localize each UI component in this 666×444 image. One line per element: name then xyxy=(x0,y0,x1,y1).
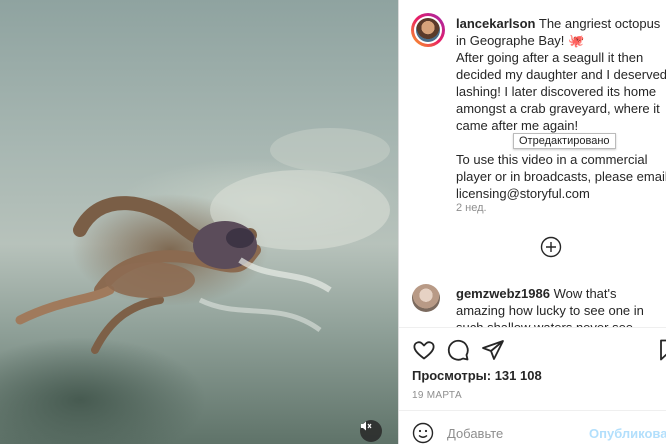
author-avatar[interactable] xyxy=(416,18,440,42)
commenter-username[interactable]: gemzwebz1986 xyxy=(456,286,550,301)
views-count[interactable]: Просмотры: 131 108 xyxy=(412,368,542,383)
caption-text: The angriest octopus in Geographe Bay! 🐙… xyxy=(456,16,666,201)
paper-plane-icon[interactable] xyxy=(481,338,505,362)
speaker-muted-icon xyxy=(361,421,372,431)
post-caption: lancekarlson The angriest octopus in Geo… xyxy=(456,15,666,202)
mute-button[interactable] xyxy=(360,420,382,442)
edited-tooltip: Отредактировано xyxy=(513,133,616,149)
smiley-icon[interactable] xyxy=(412,422,434,444)
comment-input[interactable] xyxy=(447,426,577,441)
author-username[interactable]: lancekarlson xyxy=(456,16,536,31)
comment-bubble-icon[interactable] xyxy=(446,338,470,362)
comment-item: gemzwebz1986 Wow that's amazing how luck… xyxy=(456,285,666,327)
post-time: 2 нед. xyxy=(456,202,487,214)
bookmark-icon[interactable] xyxy=(656,338,666,362)
post-comment-button[interactable]: Опубликовать xyxy=(589,426,666,441)
octopus-scene xyxy=(15,128,390,354)
heart-icon[interactable] xyxy=(412,338,436,362)
plus-circle-icon[interactable] xyxy=(540,236,562,258)
divider xyxy=(399,327,666,328)
divider xyxy=(399,410,666,411)
post-date: 19 МАРТА xyxy=(412,390,462,401)
commenter-avatar[interactable] xyxy=(412,284,440,312)
post-video[interactable] xyxy=(0,0,398,444)
